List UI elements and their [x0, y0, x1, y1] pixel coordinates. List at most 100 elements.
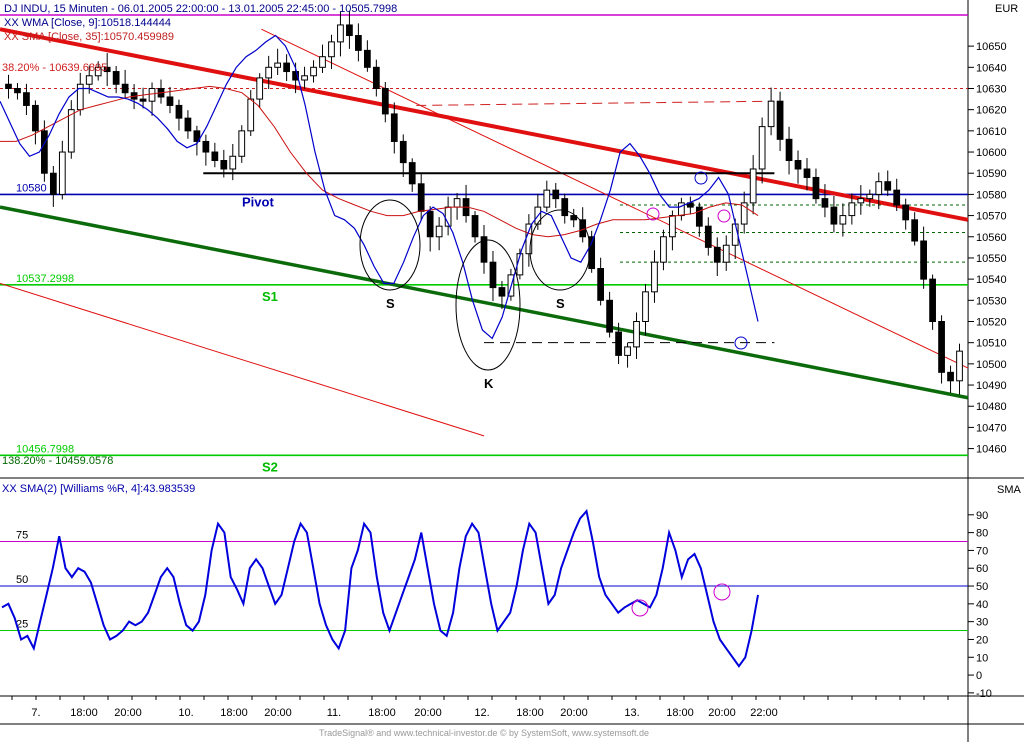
candle-body	[651, 261, 658, 293]
pattern-label: S	[386, 296, 395, 311]
candle-body	[704, 225, 712, 248]
osc-tick-label: 60	[976, 563, 988, 575]
price-tick-label: 10580	[976, 189, 1007, 201]
osc-tick-label: 0	[976, 670, 982, 682]
candle-body	[929, 278, 936, 322]
candle-body	[920, 240, 927, 280]
osc-tick-label: 30	[976, 617, 988, 629]
candle-body	[220, 160, 228, 170]
candle-body	[435, 225, 443, 238]
candle-body	[597, 268, 605, 301]
candle-body	[776, 100, 784, 140]
candle-body	[633, 320, 640, 348]
candle-body	[749, 168, 757, 204]
osc-tick-label: 90	[976, 510, 988, 522]
oscillator-title: XX SMA(2) [Williams %R, 4]:43.983539	[2, 483, 196, 495]
footer-credit: TradeSignal® and www.technical-investor.…	[318, 728, 650, 738]
candle-body	[606, 299, 613, 333]
candle-body	[166, 96, 174, 106]
price-tick-label: 10520	[976, 316, 1007, 328]
price-tick-label: 10570	[976, 211, 1007, 223]
sma-legend: XX SMA [Close, 35]:10570.459989	[4, 31, 175, 43]
time-axis-label: 7.	[31, 707, 40, 719]
price-tick-label: 10590	[976, 168, 1007, 180]
candle-body	[417, 183, 425, 212]
osc-tick-label: 40	[976, 599, 988, 611]
candle-body	[660, 236, 667, 263]
candle-body	[498, 287, 506, 297]
price-tick-label: 10640	[976, 62, 1007, 74]
time-axis-label: 18:00	[70, 707, 98, 719]
time-axis-label: 18:00	[368, 707, 396, 719]
candle-body	[794, 160, 802, 170]
candle-body	[229, 155, 237, 170]
time-axis-label: 13.	[624, 707, 639, 719]
candle-body	[803, 168, 811, 178]
candle-body	[41, 130, 48, 174]
fib-bottom-label: 138.20% - 10459.0578	[2, 455, 114, 467]
candle-body	[624, 346, 631, 356]
candle-body	[426, 210, 434, 238]
candle-body	[211, 151, 219, 162]
level-name-pivot: Pivot	[242, 194, 274, 209]
currency-label: EUR	[995, 3, 1019, 15]
price-chart-svg: 1046010470104801049010500105101052010530…	[0, 0, 1024, 742]
candle-body	[911, 219, 919, 242]
candle-body	[390, 113, 398, 142]
osc-tick-label: 10	[976, 652, 988, 664]
candle-body	[381, 87, 389, 115]
candle-body	[722, 244, 730, 263]
time-axis-label: 18:00	[516, 707, 544, 719]
time-axis-label: 18:00	[220, 707, 248, 719]
time-axis-label: 12.	[474, 707, 489, 719]
level-value-pivot: 10580	[16, 182, 47, 194]
candle-body	[615, 331, 622, 356]
time-axis-label: 18:00	[666, 707, 694, 719]
candle-body	[328, 41, 335, 58]
chart-title: DJ INDU, 15 Minuten - 06.01.2005 22:00:0…	[4, 3, 398, 15]
candle-body	[902, 204, 910, 221]
candle-body	[669, 215, 676, 238]
candle-body	[5, 83, 12, 89]
candle-body	[489, 261, 497, 289]
price-tick-label: 10480	[976, 401, 1007, 413]
candle-body	[848, 202, 856, 217]
osc-tick-label: -10	[976, 688, 992, 700]
candle-body	[884, 181, 892, 191]
level-value-s2: 10456.7998	[16, 443, 74, 455]
candle-body	[399, 140, 407, 164]
time-axis-label: 22:00	[750, 707, 778, 719]
price-tick-label: 10490	[976, 380, 1007, 392]
candle-body	[310, 66, 317, 77]
price-tick-label: 10600	[976, 147, 1007, 159]
candle-body	[238, 130, 246, 157]
chart-header: DJ INDU, 15 Minuten - 06.01.2005 22:00:0…	[4, 2, 397, 44]
candle-body	[642, 291, 649, 322]
time-axis-label: 10.	[178, 707, 193, 719]
time-axis-label: 20:00	[560, 707, 588, 719]
pattern-label: S	[556, 296, 565, 311]
candle-body	[812, 176, 820, 200]
candle-body	[283, 62, 290, 73]
price-tick-label: 10610	[976, 126, 1007, 138]
price-tick-label: 10560	[976, 232, 1007, 244]
candle-body	[256, 77, 264, 100]
candle-body	[543, 189, 551, 208]
wma-legend: XX WMA [Close, 9]:10518.144444	[4, 17, 171, 29]
price-tick-label: 10500	[976, 359, 1007, 371]
candle-body	[148, 87, 156, 102]
candle-body	[767, 100, 775, 128]
time-axis-label: 11.	[327, 707, 341, 719]
time-axis-label: 20:00	[708, 707, 736, 719]
candle-body	[830, 206, 838, 225]
candle-body	[58, 151, 66, 195]
pattern-label: K	[484, 376, 494, 391]
candle-body	[893, 189, 901, 206]
candle-body	[121, 83, 129, 94]
candle-body	[265, 66, 273, 79]
candle-body	[857, 198, 865, 204]
osc-ref-label-50: 50	[16, 574, 28, 586]
price-tick-label: 10650	[976, 41, 1007, 53]
candle-body	[184, 117, 192, 132]
time-axis-label: 20:00	[114, 707, 142, 719]
